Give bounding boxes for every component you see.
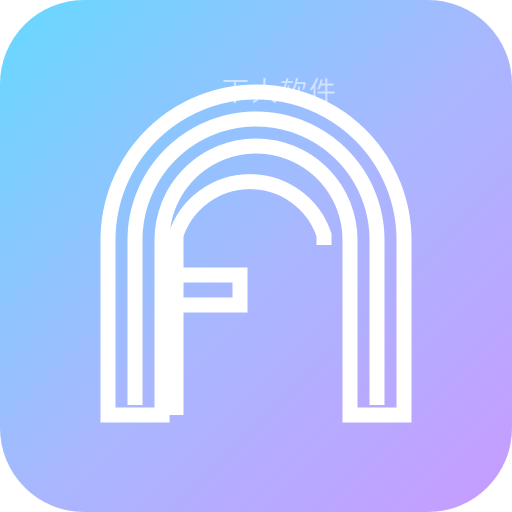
- f-letter-stroke: [168, 174, 332, 415]
- app-icon-canvas: 下大软件: [0, 0, 512, 512]
- fa-logo-icon: [100, 84, 412, 423]
- outer-arch-stroke: [100, 84, 412, 423]
- app-icon[interactable]: 下大软件: [0, 0, 512, 512]
